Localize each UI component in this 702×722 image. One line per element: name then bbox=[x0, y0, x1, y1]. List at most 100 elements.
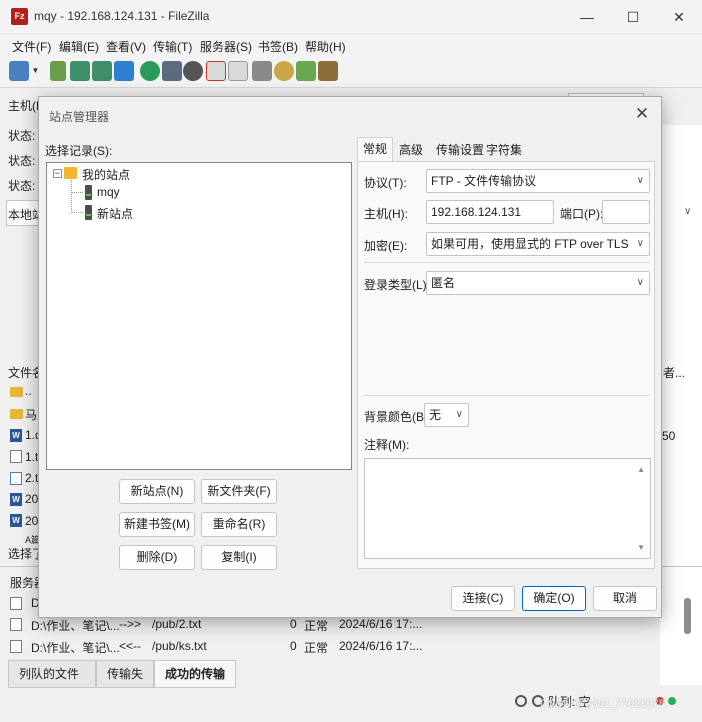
queue-time: 2024/6/16 17:... bbox=[339, 617, 423, 631]
chevron-down-icon: ∨ bbox=[636, 175, 644, 186]
connect-button[interactable]: 连接(C) bbox=[451, 586, 515, 611]
message-log-toggle-icon[interactable] bbox=[50, 61, 66, 81]
close-window-button[interactable]: ✕ bbox=[656, 0, 702, 34]
dialog-titlebar: 站点管理器 ✕ bbox=[39, 97, 661, 131]
ok-button[interactable]: 确定(O) bbox=[522, 586, 586, 611]
folder-icon bbox=[64, 167, 77, 179]
cancel-operation-icon[interactable] bbox=[183, 61, 203, 81]
queue-size: 0 bbox=[290, 639, 297, 653]
csdn-watermark: CSDN @2301_77028678 bbox=[540, 698, 665, 710]
filezilla-logo-icon: Fz bbox=[11, 8, 28, 25]
local-tree-toggle-icon[interactable] bbox=[70, 61, 90, 81]
dialog-close-button[interactable]: ✕ bbox=[629, 101, 655, 127]
sync-browsing-icon[interactable] bbox=[296, 61, 316, 81]
menu-edit[interactable]: 编辑(E) bbox=[59, 38, 99, 55]
server-icon bbox=[85, 185, 92, 200]
remote-number-partial: 50 bbox=[662, 429, 676, 443]
tree-site-new[interactable]: 新站点 bbox=[97, 205, 133, 222]
queue-time: 2024/6/16 17:... bbox=[339, 639, 423, 653]
background-color-select[interactable]: 无 ∨ bbox=[424, 403, 469, 427]
scroll-up-icon[interactable]: ▲ bbox=[637, 465, 645, 474]
tab-advanced[interactable]: 高级 bbox=[393, 139, 429, 162]
queue-size: 0 bbox=[290, 617, 297, 631]
separator bbox=[364, 395, 650, 396]
text-file-icon bbox=[10, 472, 22, 485]
file-icon bbox=[10, 618, 22, 631]
protocol-select[interactable]: FTP - 文件传输协议 ∨ bbox=[426, 169, 650, 193]
rename-button[interactable]: 重命名(R) bbox=[201, 512, 277, 537]
host-input[interactable]: 192.168.124.131 bbox=[426, 200, 554, 224]
minimize-button[interactable]: — bbox=[564, 0, 610, 34]
delete-button[interactable]: 删除(D) bbox=[119, 545, 195, 570]
encryption-select[interactable]: 如果可用，使用显式的 FTP over TLS ∨ bbox=[426, 232, 650, 256]
select-entry-label: 选择记录(S): bbox=[45, 144, 113, 158]
menu-bar: 文件(F) 编辑(E) 查看(V) 传输(T) 服务器(S) 书签(B) 帮助(… bbox=[0, 34, 702, 56]
local-file-item[interactable]: .. bbox=[25, 384, 32, 398]
port-input[interactable] bbox=[602, 200, 650, 224]
logon-type-select[interactable]: 匿名 ∨ bbox=[426, 271, 650, 295]
transfer-queue-toggle-icon[interactable] bbox=[114, 61, 134, 81]
file-icon bbox=[10, 597, 22, 610]
site-manager-dialog: 站点管理器 ✕ 选择记录(S): − 我的站点 mqy 新站点 新站点(N) 新… bbox=[38, 96, 662, 618]
site-tree[interactable]: − 我的站点 mqy 新站点 bbox=[46, 162, 352, 470]
tab-failed-transfers[interactable]: 传输失败 bbox=[96, 660, 154, 707]
collapse-toggle-icon[interactable]: − bbox=[53, 169, 62, 178]
chevron-down-icon: ∨ bbox=[636, 277, 644, 288]
remote-path-dropdown-icon[interactable]: ∨ bbox=[684, 206, 691, 217]
queue-priority: 正常 bbox=[304, 619, 329, 633]
refresh-icon[interactable] bbox=[140, 61, 160, 81]
new-site-button[interactable]: 新站点(N) bbox=[119, 479, 195, 504]
process-queue-icon[interactable] bbox=[162, 61, 182, 81]
status-bar: 队列: 空 CSDN @2301_77028678 bbox=[0, 690, 702, 722]
menu-bookmarks[interactable]: 书签(B) bbox=[258, 38, 298, 55]
queue-priority: 正常 bbox=[304, 641, 329, 655]
queue-scrollbar[interactable] bbox=[684, 598, 691, 634]
chevron-down-icon: ∨ bbox=[636, 238, 644, 249]
tree-connector bbox=[71, 180, 72, 213]
tab-successful-transfers[interactable]: 成功的传输 (3) bbox=[154, 660, 236, 707]
menu-file[interactable]: 文件(F) bbox=[12, 38, 51, 55]
text-file-icon bbox=[10, 450, 22, 463]
site-manager-dropdown-icon[interactable]: ▼ bbox=[31, 61, 40, 81]
logon-type-value: 匿名 bbox=[431, 276, 456, 290]
menu-help[interactable]: 帮助(H) bbox=[305, 38, 346, 55]
tree-root-my-sites[interactable]: 我的站点 bbox=[82, 166, 130, 183]
folder-icon bbox=[10, 409, 23, 419]
menu-view[interactable]: 查看(V) bbox=[106, 38, 146, 55]
queue-direction: -->> bbox=[119, 617, 142, 631]
tab-queued-files[interactable]: 列队的文件 bbox=[8, 660, 96, 688]
tree-site-mqy[interactable]: mqy bbox=[97, 185, 120, 199]
reconnect-icon[interactable] bbox=[228, 61, 248, 81]
host-label: 主机(H): bbox=[364, 207, 408, 221]
comments-textarea[interactable]: ▲ ▼ bbox=[364, 458, 651, 559]
dialog-title: 站点管理器 bbox=[49, 110, 110, 124]
remote-tree-toggle-icon[interactable] bbox=[92, 61, 112, 81]
new-bookmark-button[interactable]: 新建书签(M) bbox=[119, 512, 195, 537]
maximize-button[interactable]: ☐ bbox=[610, 0, 656, 34]
menu-transfer[interactable]: 传输(T) bbox=[153, 38, 192, 55]
queue-remote-path: /pub/ks.txt bbox=[152, 639, 207, 653]
site-manager-icon[interactable] bbox=[9, 61, 29, 81]
folder-icon bbox=[10, 387, 23, 397]
tab-general[interactable]: 常规 bbox=[357, 137, 393, 162]
settings-gear-icon bbox=[515, 695, 527, 707]
separator bbox=[364, 262, 650, 263]
search-files-icon[interactable] bbox=[318, 61, 338, 81]
menu-server[interactable]: 服务器(S) bbox=[200, 38, 252, 55]
activity-indicator-icon bbox=[668, 697, 676, 705]
general-tab-panel: 协议(T): FTP - 文件传输协议 ∨ 主机(H): 192.168.124… bbox=[357, 161, 655, 569]
scroll-down-icon[interactable]: ▼ bbox=[637, 543, 645, 552]
tab-transfer-settings[interactable]: 传输设置 bbox=[435, 139, 485, 162]
logon-type-label: 登录类型(L): bbox=[364, 278, 431, 292]
tab-charset[interactable]: 字符集 bbox=[485, 139, 523, 162]
directory-listing-filter-icon[interactable] bbox=[252, 61, 272, 81]
copy-button[interactable]: 复制(I) bbox=[201, 545, 277, 570]
background-color-value: 无 bbox=[429, 408, 442, 422]
disconnect-icon[interactable] bbox=[206, 61, 226, 81]
queue-local-path[interactable]: D:\作业、笔记\... bbox=[31, 639, 120, 659]
new-folder-button[interactable]: 新文件夹(F) bbox=[201, 479, 277, 504]
toolbar: ▼ bbox=[0, 56, 702, 88]
compare-directories-icon[interactable] bbox=[274, 61, 294, 81]
queue-local-path[interactable]: D:\作业、笔记\... bbox=[31, 617, 120, 637]
cancel-button[interactable]: 取消 bbox=[593, 586, 657, 611]
